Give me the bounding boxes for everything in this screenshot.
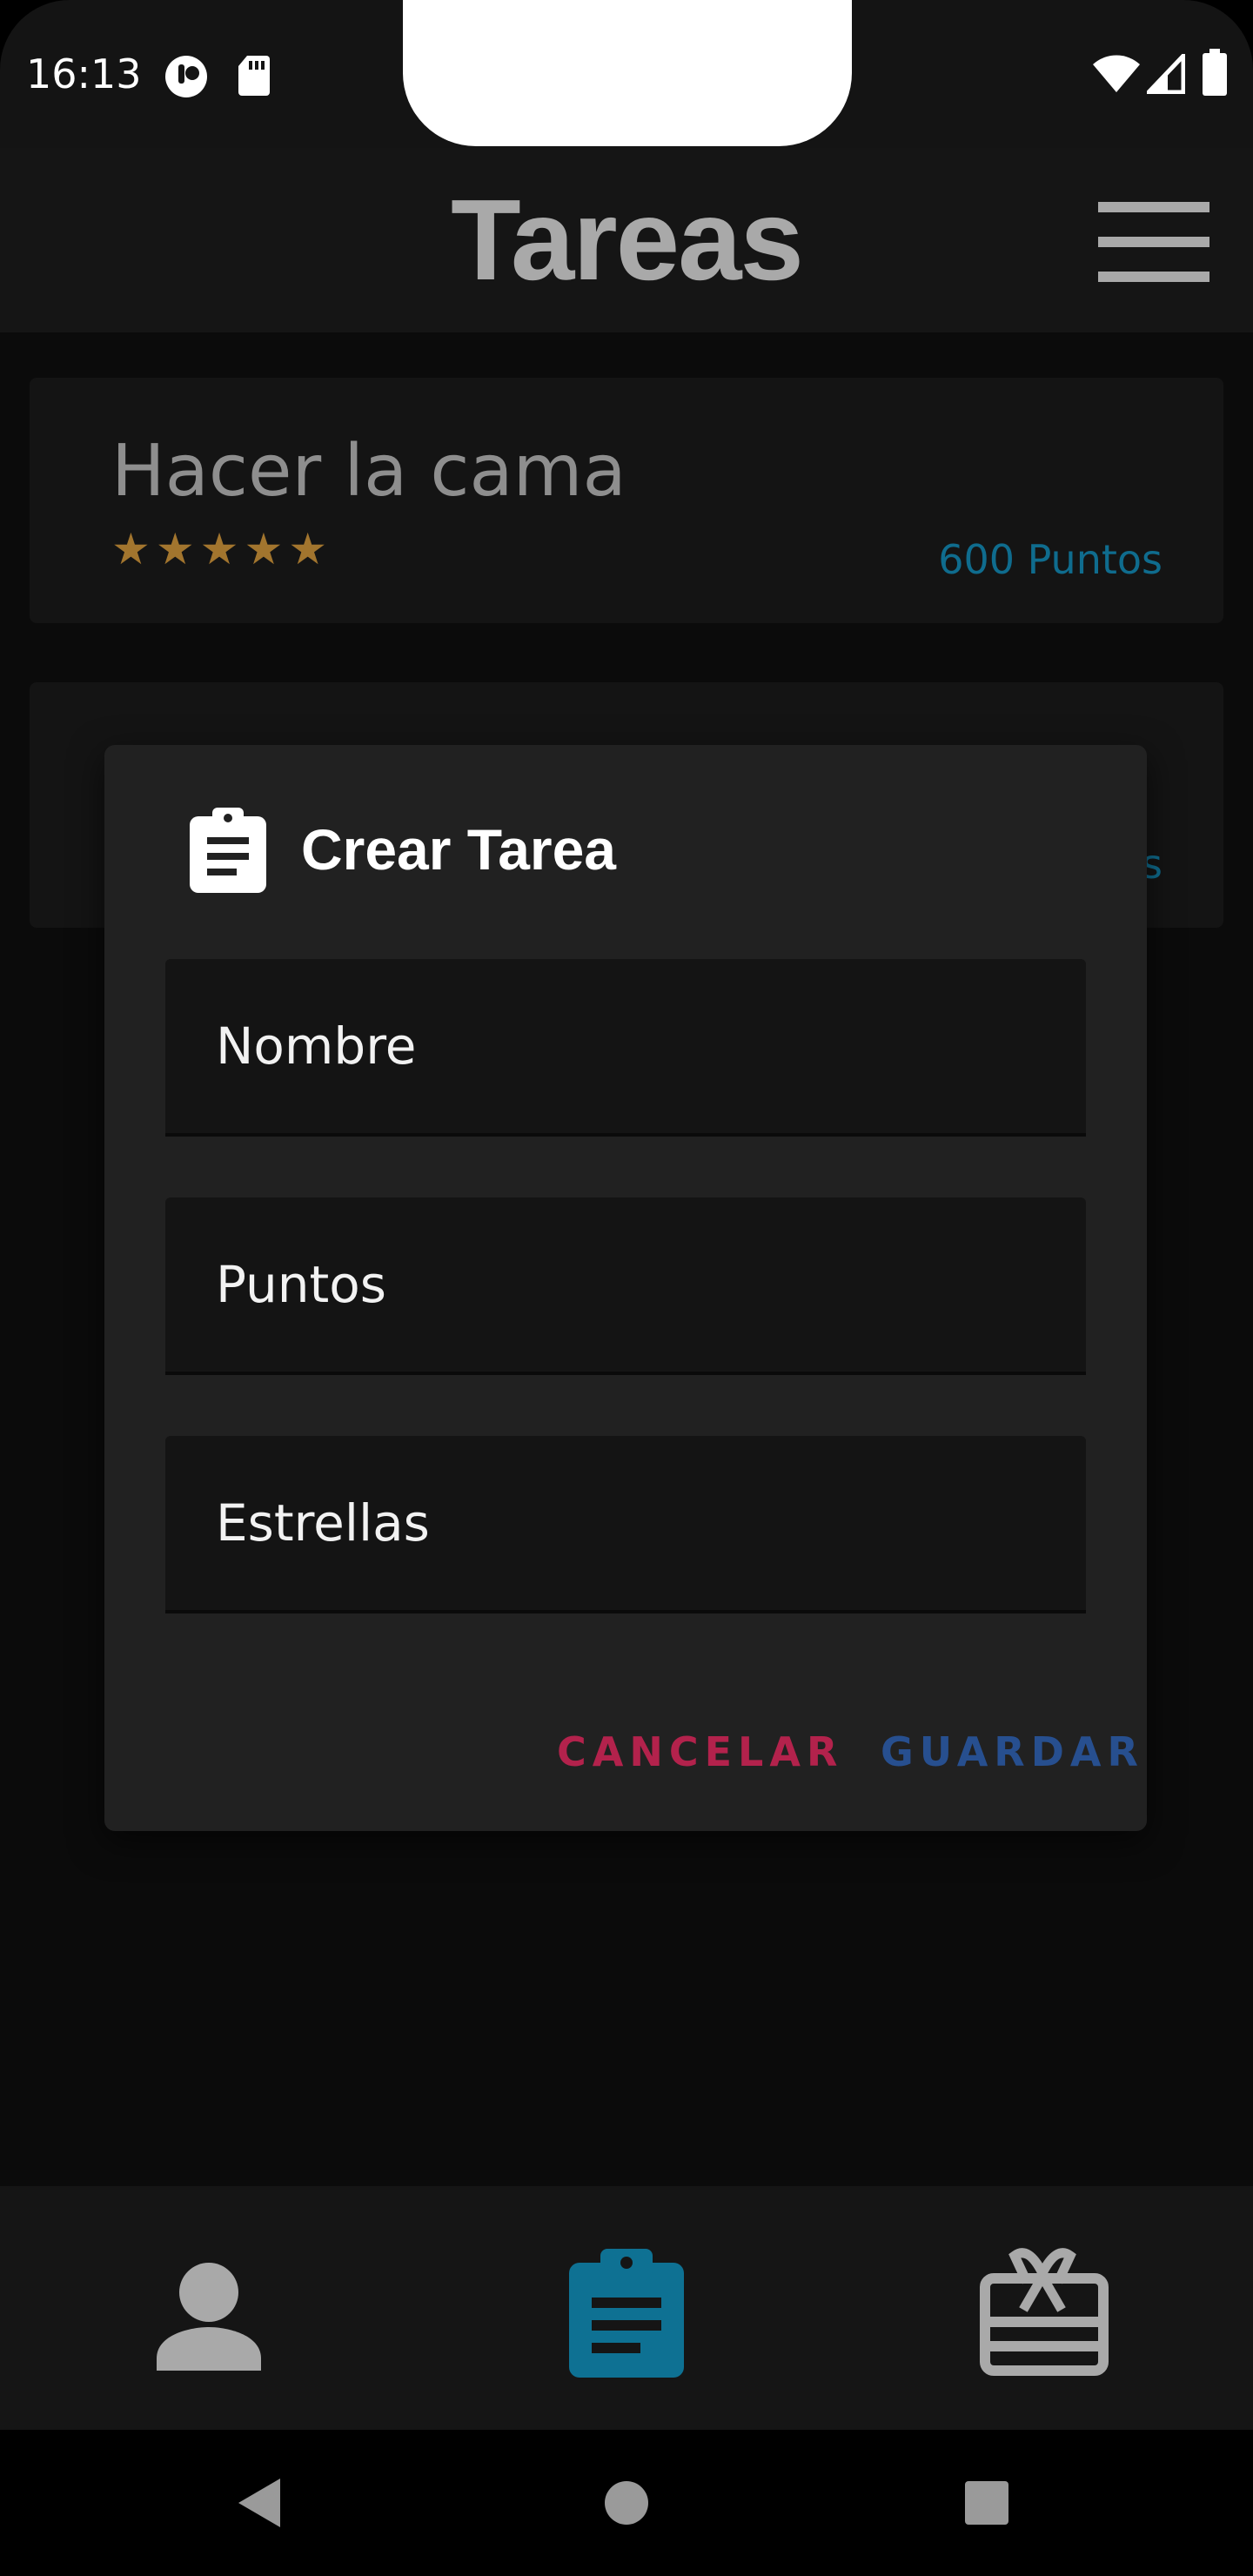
task-name: Hacer la cama [111,430,626,513]
stars-field[interactable] [165,1436,1086,1613]
battery-icon [1203,49,1227,96]
points-field[interactable] [165,1197,1086,1375]
status-time: 16:13 [26,50,142,97]
clipboard-icon[interactable] [557,2247,696,2378]
camera-notch [403,0,852,146]
back-icon[interactable] [237,2477,284,2529]
clipboard-icon [190,808,266,893]
sd-card-icon [238,56,270,96]
status-bar: 16:13 [0,0,1253,148]
recents-icon[interactable] [964,2480,1009,2526]
bottom-navigation [0,2186,1253,2430]
signal-icon [1147,54,1185,94]
person-icon[interactable] [139,2247,278,2378]
task-stars: ★★★★★ [111,525,333,574]
hamburger-menu-icon[interactable] [1098,202,1209,282]
stars-input[interactable] [165,1436,1086,1610]
create-task-dialog: Crear Tarea CANCELAR GUARDAR [104,745,1147,1831]
gift-card-icon[interactable] [975,2247,1114,2378]
app-bar: Tareas [0,148,1253,332]
home-icon[interactable] [604,2480,649,2526]
app-notification-icon [165,56,207,97]
task-card[interactable]: Hacer la cama ★★★★★ 600 Puntos [30,378,1223,623]
system-navigation-bar [0,2430,1253,2576]
cancel-button[interactable]: CANCELAR [557,1728,843,1775]
name-field[interactable] [165,959,1086,1137]
page-title: Tareas [451,176,804,304]
save-button[interactable]: GUARDAR [881,1728,1144,1775]
task-points: 600 Puntos [938,536,1163,583]
name-input[interactable] [165,959,1086,1133]
dialog-title: Crear Tarea [301,817,617,882]
wifi-icon [1093,55,1140,92]
points-input[interactable] [165,1197,1086,1372]
